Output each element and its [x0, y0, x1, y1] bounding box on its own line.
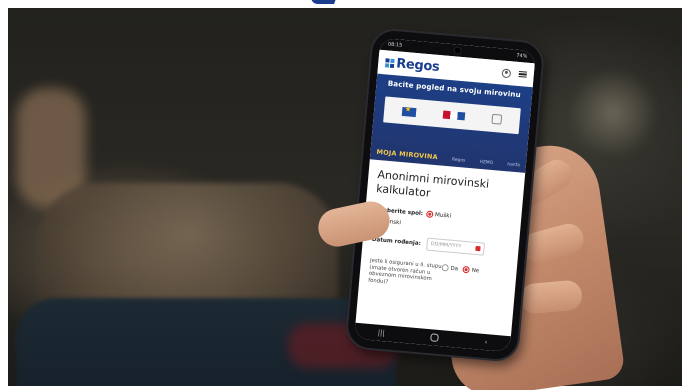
moja-mirovina-logo: MOJA MIROVINA: [376, 147, 439, 162]
pillar-yes-radio[interactable]: [441, 263, 449, 272]
calendar-icon[interactable]: [475, 245, 481, 252]
dob-label: Datum rođenja:: [371, 236, 422, 247]
funding-logo-icon: [442, 110, 466, 121]
calculator-title: Anonimni mirovinski kalkulator: [375, 168, 490, 200]
pillar-question: Jeste li osigurani u II. stupu (imate ot…: [368, 257, 442, 286]
eu-funding-card: [383, 96, 521, 135]
home-button[interactable]: [430, 333, 439, 342]
user-icon[interactable]: [501, 68, 512, 78]
top-white-strip: [0, 0, 690, 8]
phone-screen: 08:15 74% Regos Bacite pogled na svoju m…: [354, 37, 536, 353]
status-battery: 74%: [516, 52, 528, 60]
camera-icon: [454, 47, 461, 54]
dob-row: Datum rođenja: DD/MM/YYYY: [371, 233, 511, 258]
eu-flag-icon: [401, 106, 417, 117]
dob-input[interactable]: DD/MM/YYYY: [426, 237, 486, 256]
blurred-lamp: [568, 68, 658, 158]
recents-button[interactable]: |||: [377, 329, 385, 338]
smartphone: 08:15 74% Regos Bacite pogled na svoju m…: [346, 29, 544, 361]
promo-banner: Bacite pogled na svoju mirovinu MOJA MIR…: [369, 73, 533, 173]
regos-logo-icon: [384, 57, 395, 68]
gender-male-label: Muški: [434, 211, 452, 220]
regos-footer-logo: Regos: [451, 157, 466, 164]
logo-fragment: [308, 0, 338, 4]
brand-logo[interactable]: Regos: [384, 55, 441, 75]
brand-name: Regos: [395, 55, 441, 75]
pillar-no-radio[interactable]: [462, 265, 471, 274]
dob-placeholder: DD/MM/YYYY: [430, 241, 462, 250]
partner-logo-icon: [491, 113, 503, 125]
pillar-yes-label: Da: [450, 265, 459, 272]
pillar-question-row: Jeste li osigurani u II. stupu (imate ot…: [368, 258, 509, 296]
gender-male-radio[interactable]: [425, 210, 434, 219]
hanfa-logo: hanfa: [507, 162, 521, 169]
pillar-no-label: Ne: [471, 267, 480, 274]
hamburger-menu-icon[interactable]: [518, 70, 528, 79]
back-button[interactable]: ‹: [484, 338, 487, 346]
hzmo-logo: HZMO: [479, 159, 494, 167]
pillar-options: Da Ne: [441, 263, 484, 275]
status-time: 08:15: [387, 41, 403, 49]
header-actions: [501, 68, 528, 79]
